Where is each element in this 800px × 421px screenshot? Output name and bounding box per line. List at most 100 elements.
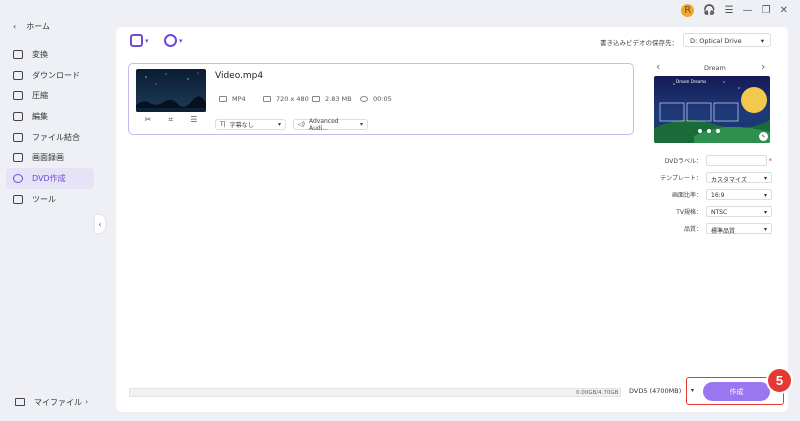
template-value: カスタマイズ bbox=[711, 176, 747, 184]
duration-value: 00:05 bbox=[373, 95, 392, 103]
edit-template-icon[interactable]: ✎ bbox=[759, 132, 768, 141]
adjust-icon[interactable]: ☰ bbox=[190, 115, 197, 125]
sidebar-item-label: 変換 bbox=[32, 49, 48, 59]
template-label: テンプレート： bbox=[660, 175, 702, 182]
add-file-button[interactable]: ▾ bbox=[130, 34, 149, 47]
tools-grid-icon bbox=[13, 194, 23, 204]
subtitle-icon: T| bbox=[220, 121, 226, 128]
resolution-icon bbox=[263, 96, 271, 102]
next-template-button[interactable]: › bbox=[761, 60, 765, 73]
audio-icon: ◁) bbox=[298, 121, 305, 128]
tv-standard-select[interactable]: NTSC ▾ bbox=[706, 206, 772, 217]
create-options-caret[interactable]: ▾ bbox=[691, 387, 694, 394]
quality-value: 標準品質 bbox=[711, 227, 736, 235]
aspect-value: 16:9 bbox=[711, 191, 725, 199]
prev-template-button[interactable]: ‹ bbox=[656, 60, 660, 73]
crop-icon[interactable]: ⌗ bbox=[169, 115, 174, 125]
chevron-right-icon: › bbox=[85, 398, 88, 406]
compress-icon bbox=[13, 91, 23, 101]
video-icon bbox=[219, 96, 227, 102]
sidebar-item-merge[interactable]: ファイル結合 bbox=[6, 127, 94, 148]
folder-icon bbox=[312, 96, 320, 102]
maximize-icon[interactable]: ❐ bbox=[762, 5, 771, 17]
template-preview[interactable]: Dream Dreams ✎ bbox=[654, 76, 770, 143]
sidebar-item-label: 編集 bbox=[32, 111, 48, 121]
quality-label: 品質： bbox=[683, 226, 702, 233]
tv-standard-value: NTSC bbox=[711, 208, 728, 216]
format-meta: MP4 bbox=[219, 95, 246, 103]
convert-icon bbox=[13, 49, 23, 59]
template-select[interactable]: カスタマイズ ▾ bbox=[706, 172, 772, 184]
sidebar-item-tools[interactable]: ツール bbox=[6, 189, 94, 210]
disc-icon bbox=[13, 173, 23, 183]
menu-icon[interactable]: ☰ bbox=[725, 5, 734, 17]
collapse-sidebar-button[interactable]: ‹ bbox=[95, 215, 105, 233]
folder-icon bbox=[15, 398, 25, 406]
add-file-icon bbox=[130, 34, 143, 47]
download-icon bbox=[13, 70, 23, 80]
video-card[interactable]: ✂ ⌗ ☰ Video.mp4 MP4 720 x 480 2.83 MB 00… bbox=[128, 63, 634, 135]
quality-select[interactable]: 標準品質 ▾ bbox=[706, 223, 772, 235]
dream-template-art bbox=[654, 81, 770, 143]
video-title: Video.mp4 bbox=[215, 71, 264, 81]
sidebar-item-label: DVD作成 bbox=[32, 173, 66, 183]
add-disc-button[interactable]: ▾ bbox=[164, 34, 183, 47]
screen-record-icon bbox=[13, 153, 23, 163]
minimize-icon[interactable]: — bbox=[743, 5, 753, 17]
size-meta: 2.83 MB bbox=[312, 95, 352, 103]
close-icon[interactable]: ✕ bbox=[780, 5, 788, 17]
window-controls: R 🎧 ☰ — ❐ ✕ bbox=[681, 4, 788, 17]
sidebar-item-edit[interactable]: 編集 bbox=[6, 106, 94, 127]
chevron-down-icon: ▾ bbox=[145, 36, 149, 45]
disc-type-select[interactable]: DVD5 (4700MB) bbox=[629, 387, 681, 395]
save-to-value: D: Optical Drive bbox=[690, 37, 742, 45]
sidebar-item-convert[interactable]: 変換 bbox=[6, 44, 94, 65]
disc-usage-text: 0.00GB/4.70GB bbox=[576, 390, 619, 396]
dvd-label-label: DVDラベル： bbox=[664, 158, 702, 165]
disc-usage-bar bbox=[129, 388, 621, 397]
video-thumbnail[interactable] bbox=[136, 69, 206, 112]
chevron-down-icon: ▾ bbox=[277, 121, 281, 128]
sidebar-item-label: ツール bbox=[32, 194, 56, 204]
sidebar-item-compress[interactable]: 圧縮 bbox=[6, 85, 94, 106]
clock-icon bbox=[360, 96, 368, 102]
headset-icon[interactable]: 🎧 bbox=[703, 5, 715, 17]
chevron-down-icon: ▾ bbox=[763, 174, 767, 182]
sidebar-item-dvd-create[interactable]: DVD作成 bbox=[6, 168, 94, 189]
format-value: MP4 bbox=[232, 95, 246, 103]
scissors-icon bbox=[13, 111, 23, 121]
sidebar-item-download[interactable]: ダウンロード bbox=[6, 65, 94, 86]
back-arrow-icon: ‹ bbox=[13, 22, 17, 31]
audio-value: Advanced Audi... bbox=[308, 117, 339, 132]
chevron-left-icon: ‹ bbox=[98, 219, 102, 229]
sidebar-item-screen-record[interactable]: 画面録画 bbox=[6, 147, 94, 168]
home-link[interactable]: ‹ ホーム bbox=[13, 21, 50, 32]
template-name: Dream bbox=[704, 64, 726, 72]
subtitle-select[interactable]: T| 字幕なし ▾ bbox=[215, 119, 286, 130]
avatar[interactable]: R bbox=[681, 4, 695, 17]
audio-select[interactable]: ◁) Advanced Audi... ▾ bbox=[293, 117, 368, 132]
chevron-down-icon: ▾ bbox=[760, 37, 764, 45]
save-to-select[interactable]: D: Optical Drive ▾ bbox=[683, 33, 771, 47]
aspect-label: 画面比率： bbox=[671, 192, 702, 199]
quality-row: 品質： 標準品質 ▾ bbox=[656, 223, 772, 235]
dvd-label-row: DVDラベル： * bbox=[656, 155, 772, 166]
preview-title: Dream Dreams bbox=[676, 79, 707, 84]
disc-type-value: DVD5 (4700MB) bbox=[629, 387, 682, 395]
chevron-down-icon: ▾ bbox=[763, 191, 767, 199]
aspect-select[interactable]: 16:9 ▾ bbox=[706, 189, 772, 200]
main-panel: ▾ ▾ 書き込みビデオの保存先： D: Optical Drive ▾ ✂ ⌗ ☰… bbox=[116, 27, 788, 412]
title-bar: R 🎧 ☰ — ❐ ✕ bbox=[0, 0, 800, 22]
merge-icon bbox=[13, 132, 23, 142]
step-badge: 5 bbox=[766, 367, 793, 394]
create-button[interactable]: 作成 bbox=[703, 382, 770, 401]
scissors-icon[interactable]: ✂ bbox=[145, 115, 152, 125]
dvd-label-input[interactable] bbox=[706, 155, 767, 166]
tv-standard-label: TV規格： bbox=[676, 209, 702, 216]
sidebar-item-label: ファイル結合 bbox=[32, 132, 80, 142]
sidebar-nav: 変換 ダウンロード 圧縮 編集 ファイル結合 画面録画 DVD作成 ツール bbox=[6, 44, 94, 210]
my-files-button[interactable]: マイファイル › bbox=[6, 392, 94, 412]
home-label: ホーム bbox=[26, 22, 50, 31]
sidebar-item-label: ダウンロード bbox=[32, 70, 80, 80]
sidebar-item-label: 圧縮 bbox=[32, 91, 48, 101]
